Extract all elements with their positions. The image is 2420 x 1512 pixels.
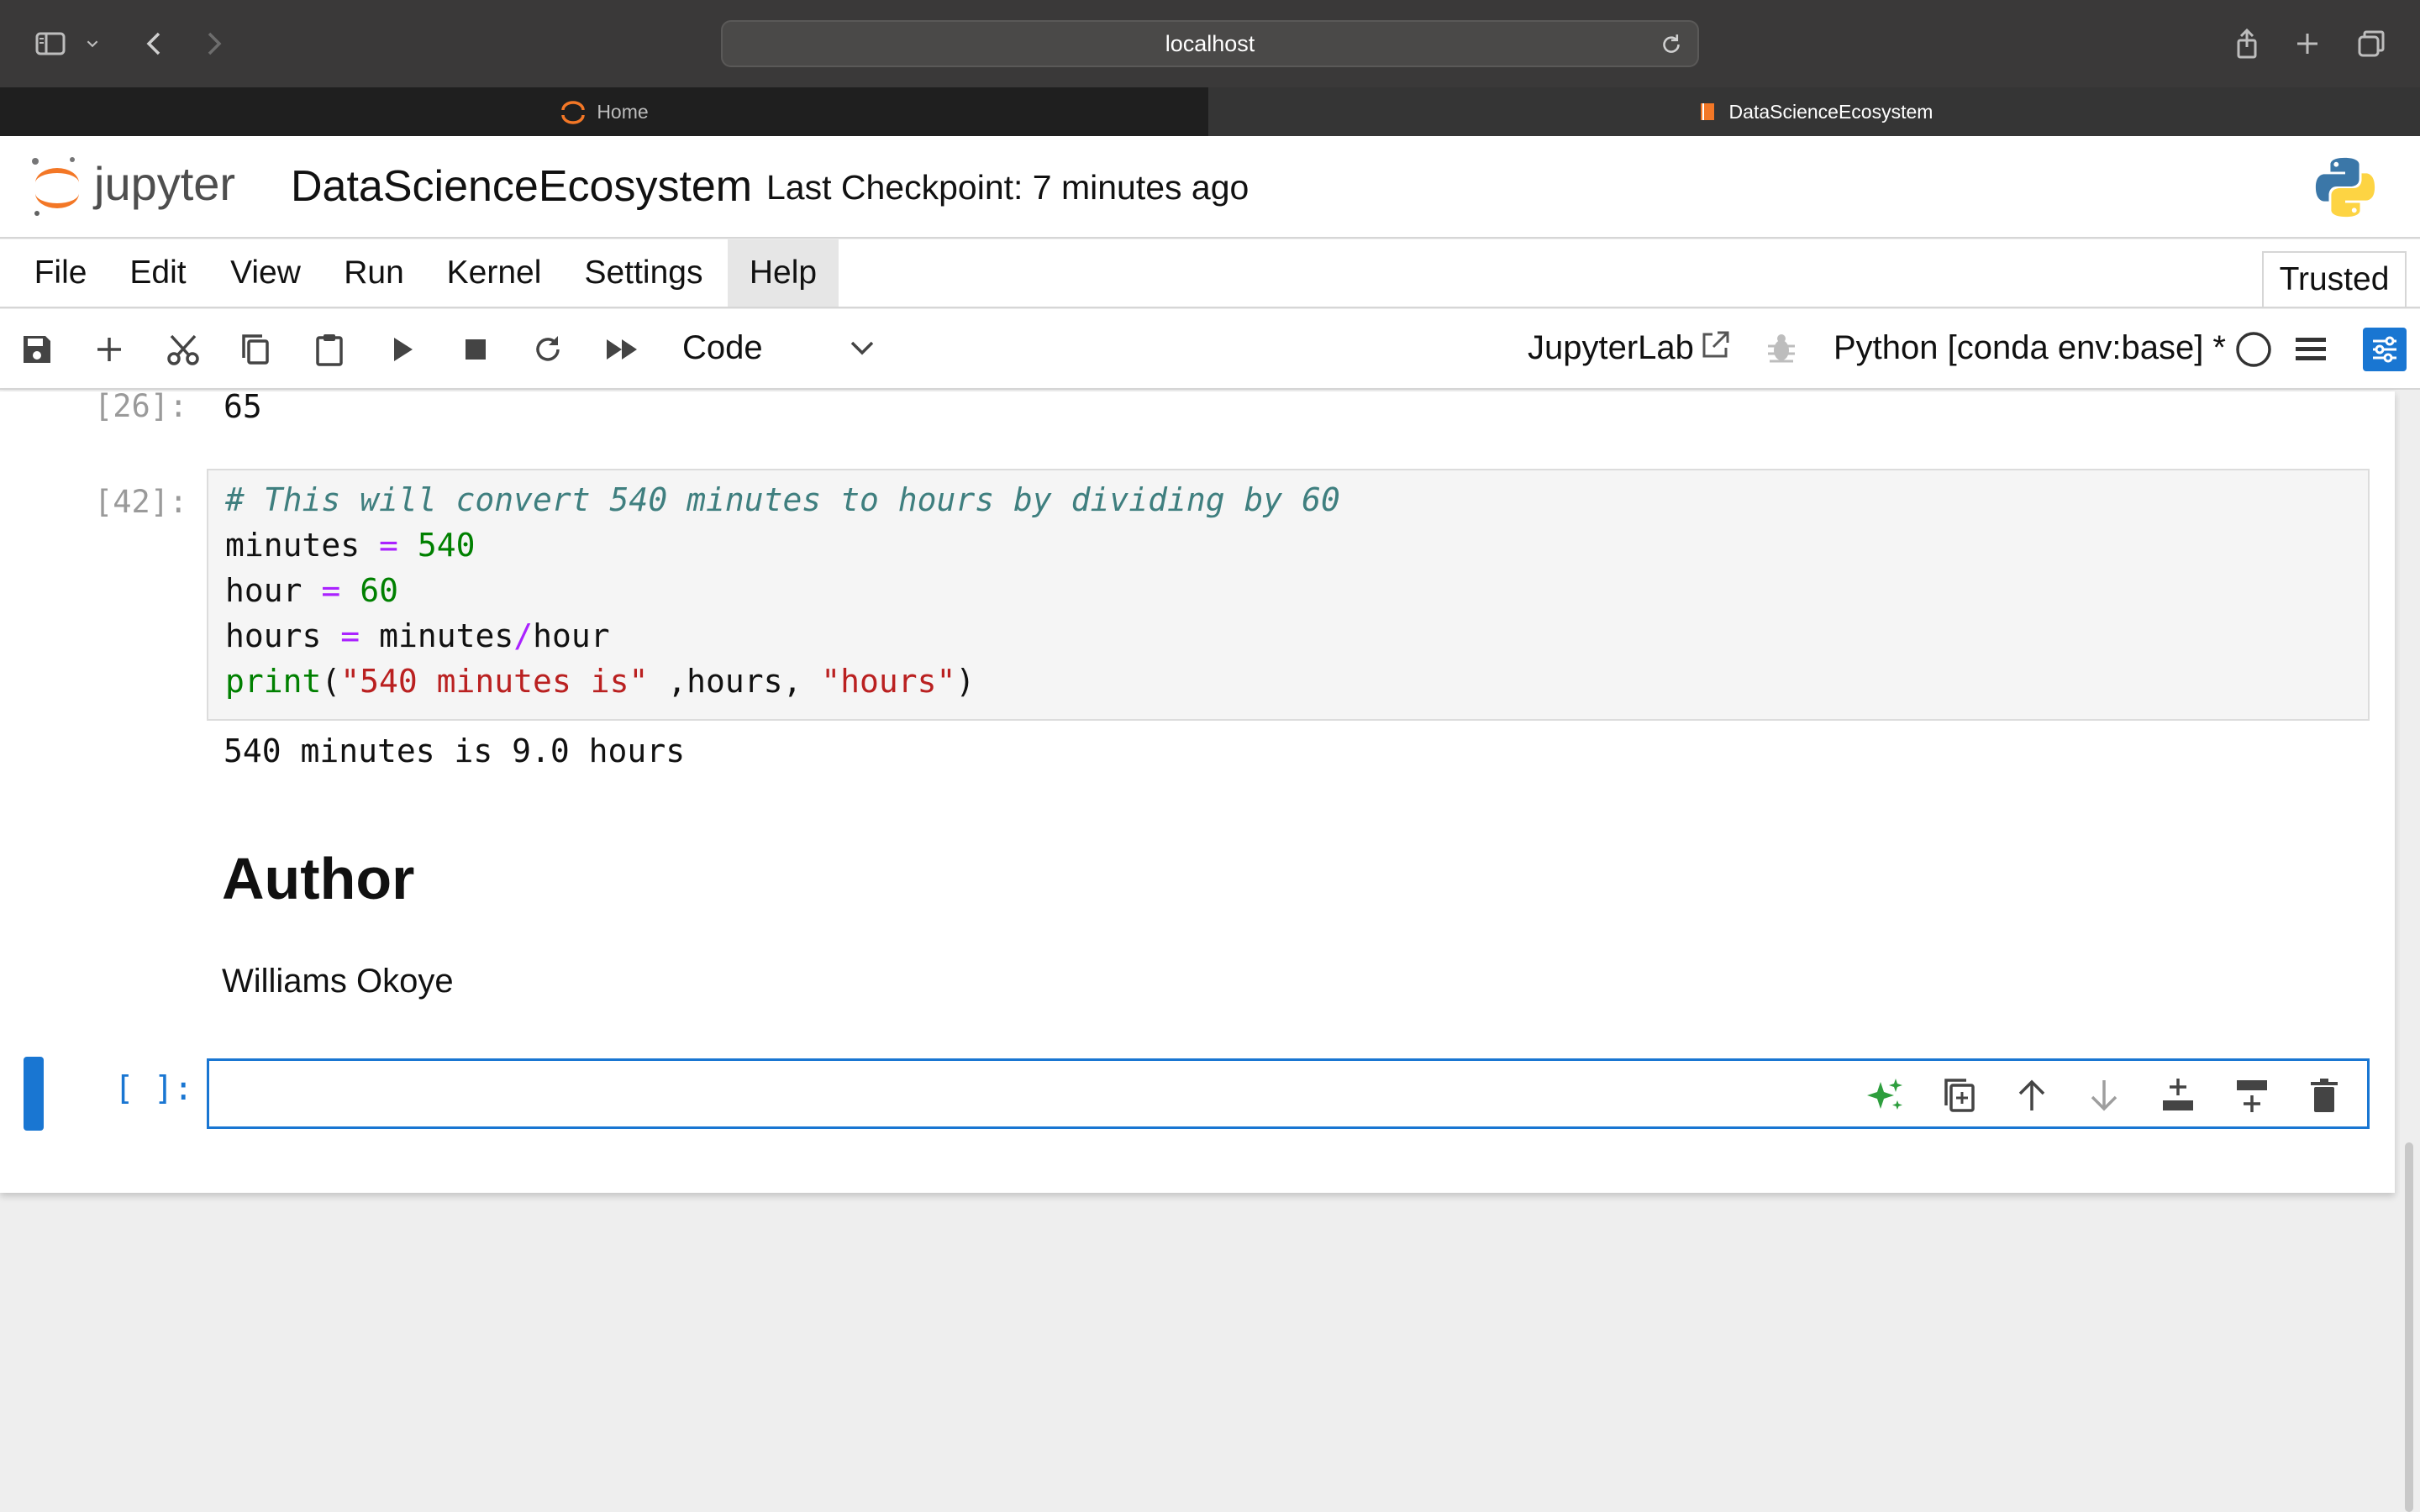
browser-toolbar: localhost bbox=[0, 0, 2420, 87]
back-icon[interactable] bbox=[136, 25, 173, 62]
insert-cell-above-icon[interactable] bbox=[2155, 1073, 2201, 1118]
run-icon[interactable] bbox=[380, 328, 424, 371]
tab-home-label: Home bbox=[597, 100, 649, 123]
insert-cell-below-icon[interactable] bbox=[2229, 1073, 2275, 1118]
sidebar-toggle-icon[interactable] bbox=[32, 25, 69, 62]
code-token: hours bbox=[225, 617, 322, 654]
reload-icon[interactable] bbox=[1657, 30, 1686, 59]
property-inspector-icon[interactable] bbox=[2363, 328, 2407, 371]
code-lines: # This will convert 540 minutes to hours… bbox=[225, 477, 1340, 704]
forward-icon[interactable] bbox=[195, 25, 232, 62]
restart-icon[interactable] bbox=[526, 328, 570, 371]
markdown-text: Williams Okoye bbox=[222, 963, 454, 1000]
notebook-title[interactable]: DataScienceEcosystem bbox=[291, 161, 752, 212]
stop-icon[interactable] bbox=[454, 328, 497, 371]
delete-cell-icon[interactable] bbox=[2302, 1073, 2347, 1118]
menu-settings[interactable]: Settings bbox=[570, 239, 718, 307]
code-comment: # This will convert 540 minutes to hours… bbox=[225, 481, 1340, 518]
output-text-42: 540 minutes is 9.0 hours bbox=[224, 732, 686, 769]
empty-code-cell-editor[interactable] bbox=[207, 1058, 2370, 1129]
run-all-icon[interactable] bbox=[600, 328, 644, 371]
notebook-icon bbox=[1700, 103, 1714, 120]
ai-sparkle-icon[interactable] bbox=[1863, 1073, 1908, 1118]
jupyter-favicon-icon bbox=[561, 101, 586, 124]
notebook-toolbar: Code JupyterLab Python [conda env:base] … bbox=[0, 309, 2420, 390]
debugger-bug-icon[interactable] bbox=[1765, 331, 1798, 365]
add-cell-icon[interactable] bbox=[87, 328, 131, 371]
tab-notebook-label: DataScienceEcosystem bbox=[1728, 100, 1933, 123]
code-token: "hours" bbox=[821, 663, 956, 700]
code-token: hour bbox=[225, 572, 302, 609]
scrollbar-thumb[interactable] bbox=[2405, 1142, 2413, 1512]
duplicate-cell-icon[interactable] bbox=[1937, 1073, 1982, 1118]
code-token: = bbox=[379, 527, 398, 564]
code-cell-editor[interactable]: # This will convert 540 minutes to hours… bbox=[207, 469, 2370, 721]
menu-help[interactable]: Help bbox=[728, 239, 839, 307]
active-cell-indicator[interactable] bbox=[24, 1057, 44, 1131]
trusted-indicator[interactable]: Trusted bbox=[2262, 251, 2407, 307]
menu-bar: File Edit View Run Kernel Settings Help … bbox=[0, 239, 2420, 308]
markdown-heading: Author bbox=[222, 846, 415, 911]
share-icon[interactable] bbox=[2228, 25, 2265, 62]
code-token: 60 bbox=[360, 572, 398, 609]
menu-run[interactable]: Run bbox=[329, 239, 418, 307]
jupyter-wordmark: jupyter bbox=[92, 157, 235, 210]
cut-icon[interactable] bbox=[161, 328, 205, 371]
output-text-26: 65 bbox=[224, 391, 262, 425]
jupyter-logo[interactable]: jupyter bbox=[30, 155, 266, 222]
kernel-name[interactable]: Python [conda env:base] * bbox=[1833, 329, 2226, 367]
menu-list-icon[interactable] bbox=[2291, 329, 2331, 370]
menu-view[interactable]: View bbox=[215, 239, 316, 307]
tab-datascienceecosystem[interactable]: DataScienceEcosystem bbox=[1208, 87, 2420, 136]
input-prompt-42: [42]: bbox=[94, 484, 188, 520]
code-token: hour bbox=[533, 617, 610, 654]
menu-kernel[interactable]: Kernel bbox=[435, 239, 553, 307]
chevron-down-icon[interactable] bbox=[81, 25, 104, 62]
save-icon[interactable] bbox=[15, 328, 59, 371]
menu-file[interactable]: File bbox=[18, 239, 103, 307]
code-token: / bbox=[513, 617, 534, 654]
code-token: minutes bbox=[379, 617, 514, 654]
move-cell-down-icon[interactable] bbox=[2081, 1073, 2127, 1118]
input-prompt-empty: [ ]: bbox=[114, 1070, 193, 1108]
jupyter-header: jupyter DataScienceEcosystem Last Checkp… bbox=[0, 136, 2420, 239]
menu-edit[interactable]: Edit bbox=[116, 239, 200, 307]
code-token: 540 bbox=[417, 527, 476, 564]
code-token: = bbox=[340, 617, 360, 654]
python-kernel-logo bbox=[2315, 157, 2375, 218]
code-token: ,hours, bbox=[648, 663, 822, 700]
address-text: localhost bbox=[1165, 30, 1255, 56]
external-link-icon[interactable] bbox=[1699, 329, 1731, 361]
code-token: print bbox=[225, 663, 322, 700]
code-token: ) bbox=[955, 663, 976, 700]
code-token: "540 minutes is" bbox=[340, 663, 649, 700]
move-cell-up-icon[interactable] bbox=[2009, 1073, 2054, 1118]
paste-icon[interactable] bbox=[308, 328, 351, 371]
cell-type-select[interactable]: Code bbox=[682, 329, 763, 367]
open-in-jupyterlab-link[interactable]: JupyterLab bbox=[1528, 329, 1694, 367]
last-checkpoint: Last Checkpoint: 7 minutes ago bbox=[766, 168, 1249, 207]
chevron-down-icon[interactable] bbox=[844, 328, 881, 368]
kernel-status-circle-icon bbox=[2236, 332, 2271, 367]
tab-home[interactable]: Home bbox=[0, 87, 1208, 136]
code-token: = bbox=[321, 572, 341, 609]
output-prompt-26: [26]: bbox=[94, 391, 188, 424]
copy-icon[interactable] bbox=[234, 328, 277, 371]
new-tab-icon[interactable] bbox=[2289, 25, 2326, 62]
notebook-panel: [26]: 65 [42]: # This will convert 540 m… bbox=[0, 391, 2395, 1193]
code-token: minutes bbox=[225, 527, 360, 564]
code-token: ( bbox=[321, 663, 341, 700]
tab-overview-icon[interactable] bbox=[2353, 25, 2390, 62]
address-bar[interactable]: localhost bbox=[721, 20, 1699, 67]
browser-tab-strip: Home DataScienceEcosystem bbox=[0, 87, 2420, 136]
